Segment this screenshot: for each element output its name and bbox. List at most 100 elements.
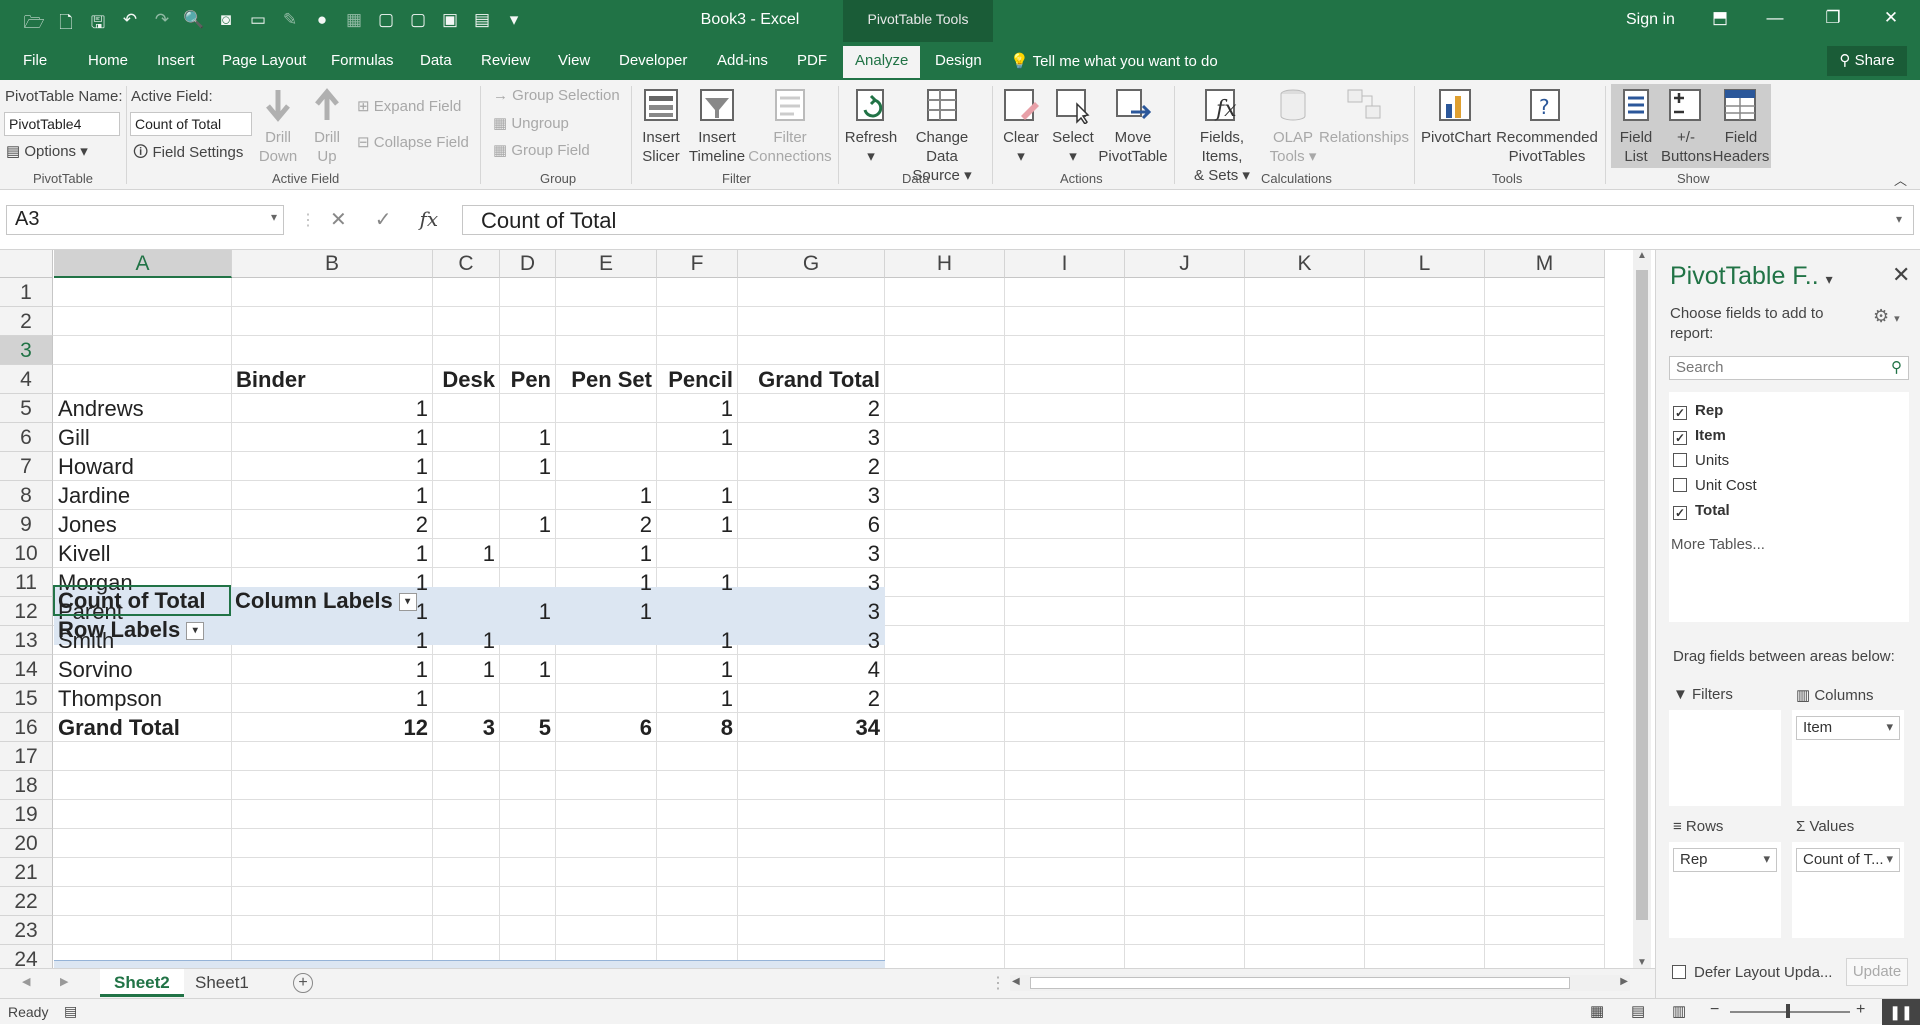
tell-me-search[interactable]: 💡 Tell me what you want to do xyxy=(1010,52,1218,70)
pivot-row-value[interactable] xyxy=(500,568,551,597)
row-header-1[interactable]: 1 xyxy=(0,278,53,307)
page-break-view-icon[interactable]: ▥ xyxy=(1672,1002,1686,1020)
row-header-16[interactable]: 16 xyxy=(0,713,53,742)
pivot-row-value[interactable] xyxy=(556,423,652,452)
ribbon-display-icon[interactable]: ⬒ xyxy=(1705,8,1735,28)
column-header-f[interactable]: F xyxy=(657,250,738,278)
sheet-tab-sheet1[interactable]: Sheet1 xyxy=(181,969,263,997)
pivot-row-value[interactable]: 1 xyxy=(556,539,652,568)
pivot-row-value[interactable]: 3 xyxy=(738,481,880,510)
row-header-5[interactable]: 5 xyxy=(0,394,53,423)
name-box-dropdown-icon[interactable]: ▾ xyxy=(271,210,277,224)
vertical-scrollbar[interactable]: ▲ ▼ xyxy=(1633,250,1651,968)
scroll-left-icon[interactable]: ◀ xyxy=(1012,976,1020,987)
zoom-in-icon[interactable]: + xyxy=(1856,1001,1865,1019)
field-checkbox[interactable]: ✓ xyxy=(1673,506,1687,520)
row-header-3[interactable]: 3 xyxy=(0,336,53,365)
pivot-row-label[interactable]: Thompson xyxy=(58,684,162,713)
pivot-row-value[interactable] xyxy=(433,452,495,481)
tab-home[interactable]: Home xyxy=(88,52,128,69)
collapse-field-button[interactable]: ⊟ Collapse Field xyxy=(357,133,469,151)
options-button[interactable]: ▤ Options ▾ xyxy=(6,142,88,160)
olap-tools-button[interactable]: OLAP Tools ▾ xyxy=(1268,86,1318,166)
pivot-row-value[interactable] xyxy=(657,539,733,568)
pivot-row-value[interactable]: 2 xyxy=(738,684,880,713)
macro-record-icon[interactable]: ▤ xyxy=(64,1003,77,1020)
row-header-2[interactable]: 2 xyxy=(0,307,53,336)
row-header-23[interactable]: 23 xyxy=(0,916,53,945)
pane-options-dropdown-icon[interactable]: ▾ xyxy=(1826,271,1833,287)
field-item-units[interactable]: Units xyxy=(1673,452,1729,469)
pivot-column-heading[interactable]: Pen xyxy=(500,365,551,394)
pivot-row-value[interactable] xyxy=(500,626,551,655)
pivot-column-heading[interactable]: Pen Set xyxy=(556,365,652,394)
pivot-grand-total-value[interactable]: 34 xyxy=(738,713,880,742)
row-header-9[interactable]: 9 xyxy=(0,510,53,539)
column-header-a[interactable]: A xyxy=(54,250,232,278)
prev-sheet-icon[interactable]: ◀ xyxy=(22,975,30,988)
field-search-input[interactable]: Search ⚲ xyxy=(1669,356,1909,380)
clear-button[interactable]: Clear ▾ xyxy=(996,86,1046,166)
pivot-row-value[interactable]: 1 xyxy=(556,597,652,626)
pause-icon[interactable]: ❚❚ xyxy=(1882,999,1920,1025)
row-header-4[interactable]: 4 xyxy=(0,365,53,394)
column-header-i[interactable]: I xyxy=(1005,250,1125,278)
splitter-grip-icon[interactable]: ⋮ xyxy=(990,973,1006,993)
pivot-row-value[interactable] xyxy=(500,481,551,510)
tab-data[interactable]: Data xyxy=(420,52,452,69)
vertical-scroll-thumb[interactable] xyxy=(1636,270,1648,920)
pivot-row-value[interactable]: 1 xyxy=(232,568,428,597)
pivot-row-value[interactable] xyxy=(433,481,495,510)
tab-pdf[interactable]: PDF xyxy=(797,52,827,69)
rows-field-chip[interactable]: Rep xyxy=(1673,848,1777,872)
column-header-e[interactable]: E xyxy=(556,250,657,278)
row-header-11[interactable]: 11 xyxy=(0,568,53,597)
pivot-row-value[interactable]: 1 xyxy=(232,539,428,568)
pivot-row-value[interactable]: 6 xyxy=(738,510,880,539)
field-item-item[interactable]: ✓ Item xyxy=(1673,427,1726,445)
insert-slicer-button[interactable]: Insert Slicer xyxy=(636,86,686,166)
pivotchart-button[interactable]: PivotChart xyxy=(1418,86,1494,147)
field-item-unit-cost[interactable]: Unit Cost xyxy=(1673,477,1757,494)
pivot-column-heading[interactable]: Pencil xyxy=(657,365,733,394)
pivot-row-value[interactable]: 3 xyxy=(738,568,880,597)
more-tables-link[interactable]: More Tables... xyxy=(1671,536,1765,553)
row-header-12[interactable]: 12 xyxy=(0,597,53,626)
zoom-out-icon[interactable]: − xyxy=(1710,1001,1719,1019)
pivot-row-value[interactable]: 1 xyxy=(500,452,551,481)
pivot-row-value[interactable]: 1 xyxy=(657,684,733,713)
move-pivottable-button[interactable]: Move PivotTable xyxy=(1098,86,1168,166)
pivot-row-value[interactable]: 1 xyxy=(556,568,652,597)
tab-page-layout[interactable]: Page Layout xyxy=(222,52,306,69)
column-header-c[interactable]: C xyxy=(433,250,500,278)
pivot-row-value[interactable]: 1 xyxy=(232,655,428,684)
pivot-row-value[interactable] xyxy=(433,394,495,423)
active-field-input[interactable]: Count of Total xyxy=(130,112,252,136)
pivot-row-label[interactable]: Jones xyxy=(58,510,117,539)
pivot-row-value[interactable] xyxy=(500,539,551,568)
insert-function-icon[interactable]: fx xyxy=(420,207,439,232)
field-item-rep[interactable]: ✓ Rep xyxy=(1673,402,1723,420)
pivot-row-value[interactable]: 2 xyxy=(738,394,880,423)
pivot-row-value[interactable]: 3 xyxy=(738,423,880,452)
pivot-row-value[interactable]: 1 xyxy=(657,568,733,597)
pivot-row-value[interactable] xyxy=(500,684,551,713)
sheet-tab-sheet2[interactable]: Sheet2 xyxy=(100,969,184,997)
pivot-row-value[interactable]: 1 xyxy=(500,597,551,626)
pivot-row-value[interactable]: 1 xyxy=(657,655,733,684)
insert-timeline-button[interactable]: Insert Timeline xyxy=(688,86,746,166)
pivot-row-value[interactable]: 1 xyxy=(657,394,733,423)
columns-field-chip[interactable]: Item xyxy=(1796,716,1900,740)
ungroup-button[interactable]: ▦ Ungroup xyxy=(493,114,569,132)
row-header-17[interactable]: 17 xyxy=(0,742,53,771)
pivot-row-value[interactable]: 1 xyxy=(657,481,733,510)
column-header-l[interactable]: L xyxy=(1365,250,1485,278)
row-filter-dropdown-icon[interactable]: ▾ xyxy=(186,622,205,641)
pivot-row-value[interactable] xyxy=(556,626,652,655)
add-sheet-icon[interactable]: + xyxy=(293,973,313,993)
pivot-row-value[interactable]: 3 xyxy=(738,626,880,655)
pivot-row-value[interactable] xyxy=(433,597,495,626)
pivot-row-value[interactable] xyxy=(556,655,652,684)
defer-checkbox-box[interactable] xyxy=(1672,965,1686,979)
filters-area[interactable] xyxy=(1669,710,1781,806)
